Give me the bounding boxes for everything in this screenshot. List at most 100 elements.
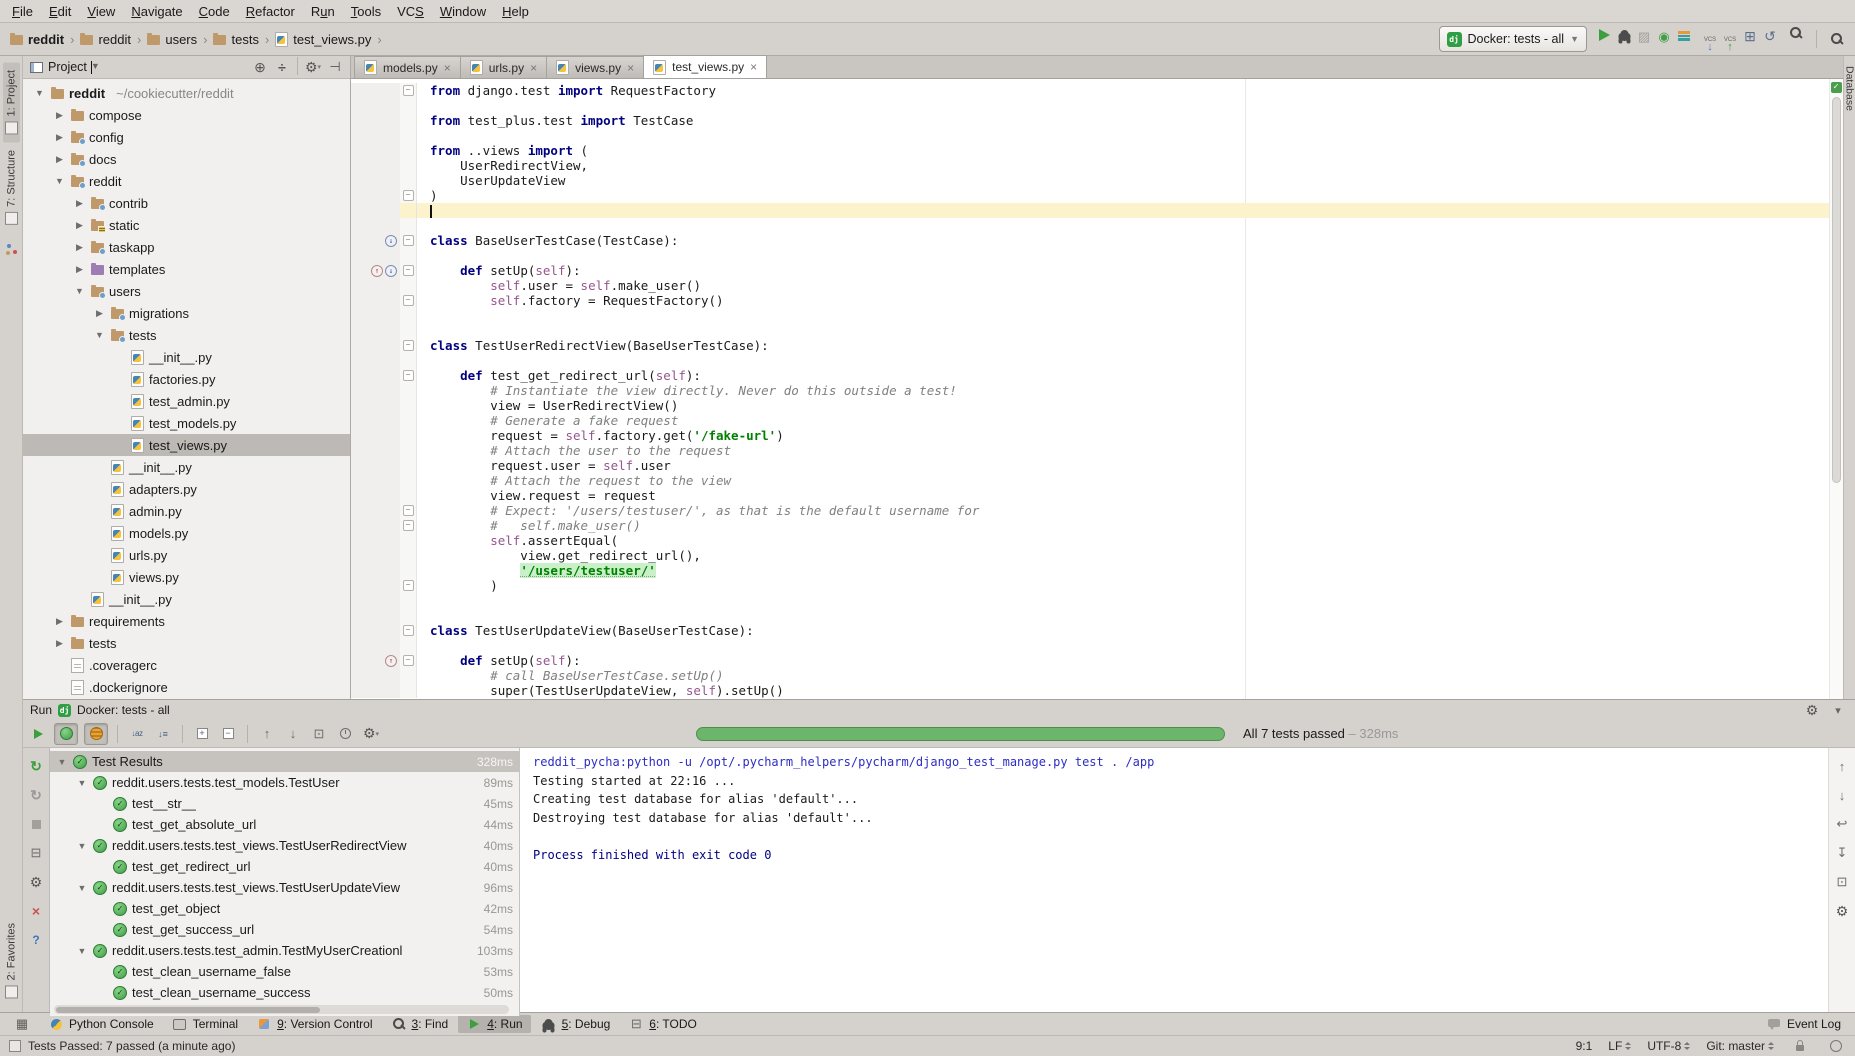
menu-code[interactable]: Code bbox=[191, 2, 238, 21]
tab-test_views.py[interactable]: test_views.py× bbox=[643, 55, 767, 78]
search-everywhere-button[interactable] bbox=[1827, 29, 1847, 49]
hierarchy-icon[interactable] bbox=[5, 243, 17, 255]
code-line-6[interactable]: UserRedirectView, bbox=[351, 158, 1843, 173]
fold-marker-icon[interactable]: − bbox=[403, 370, 414, 381]
code-line-38[interactable] bbox=[351, 638, 1843, 653]
code-line-13[interactable]: ↑↓− def setUp(self): bbox=[351, 263, 1843, 278]
scroll-down-button[interactable] bbox=[1832, 785, 1852, 805]
status-widget-9-1[interactable]: 9:1 bbox=[1576, 1039, 1593, 1053]
fold-marker-icon[interactable]: − bbox=[403, 265, 414, 276]
test-history-button[interactable] bbox=[335, 724, 355, 744]
pin-tab-button[interactable] bbox=[26, 872, 46, 892]
chevron-collapsed-icon[interactable]: ▶ bbox=[53, 132, 66, 143]
collapse-all-button[interactable] bbox=[272, 57, 292, 77]
breadcrumb-tests[interactable]: tests bbox=[211, 32, 260, 47]
project-tree-item-taskapp[interactable]: ▶taskapp bbox=[23, 236, 350, 258]
fold-marker-icon[interactable]: − bbox=[403, 625, 414, 636]
chevron-collapsed-icon[interactable]: ▶ bbox=[73, 264, 86, 275]
code-line-8[interactable]: −) bbox=[351, 188, 1843, 203]
print-button[interactable] bbox=[1832, 872, 1852, 892]
version-control-button[interactable]: 9: Version Control bbox=[248, 1015, 380, 1033]
test-tree-item[interactable]: test_get_success_url54ms bbox=[50, 919, 519, 940]
menu-refactor[interactable]: Refactor bbox=[238, 2, 303, 21]
chevron-down-icon[interactable]: ▼ bbox=[91, 61, 93, 74]
status-widget-lf[interactable]: LF bbox=[1608, 1039, 1631, 1053]
breadcrumb-users[interactable]: users bbox=[145, 32, 199, 47]
code-line-29[interactable]: − # Expect: '/users/testuser/', as that … bbox=[351, 503, 1843, 518]
project-tree-item-__init__.py[interactable]: __init__.py bbox=[23, 346, 350, 368]
debug-button[interactable] bbox=[1614, 26, 1634, 46]
project-tree-item-tests[interactable]: ▼tests bbox=[23, 324, 350, 346]
chevron-expanded-icon[interactable]: ▼ bbox=[76, 883, 88, 893]
menu-view[interactable]: View bbox=[79, 2, 123, 21]
search-everywhere-button[interactable] bbox=[1786, 23, 1806, 43]
run-configuration-select[interactable]: Docker: tests - all ▼ bbox=[1439, 26, 1587, 52]
code-line-21[interactable]: # Instantiate the view directly. Never d… bbox=[351, 383, 1843, 398]
scroll-to-end-button[interactable] bbox=[1832, 843, 1852, 863]
project-tree-item-adapters.py[interactable]: adapters.py bbox=[23, 478, 350, 500]
menu-window[interactable]: Window bbox=[432, 2, 494, 21]
test-settings-button[interactable] bbox=[361, 724, 381, 744]
chevron-collapsed-icon[interactable]: ▶ bbox=[73, 198, 86, 209]
code-line-4[interactable] bbox=[351, 128, 1843, 143]
test-tree-item[interactable]: test_clean_username_false53ms bbox=[50, 961, 519, 982]
chevron-collapsed-icon[interactable]: ▶ bbox=[53, 638, 66, 649]
hector-button[interactable] bbox=[1826, 1036, 1846, 1056]
vcs-commit-button[interactable] bbox=[1720, 35, 1740, 55]
override-down-icon[interactable]: ↓ bbox=[385, 235, 397, 247]
show-passed-toggle[interactable] bbox=[54, 723, 78, 745]
test-tree-item[interactable]: ▼reddit.users.tests.test_views.TestUserR… bbox=[50, 835, 519, 856]
fold-marker-icon[interactable]: − bbox=[403, 340, 414, 351]
project-tree-item-docs[interactable]: ▶docs bbox=[23, 148, 350, 170]
override-up-icon[interactable]: ↑ bbox=[371, 265, 383, 277]
chevron-expanded-icon[interactable]: ▼ bbox=[33, 88, 46, 98]
project-tree-item-test_models.py[interactable]: test_models.py bbox=[23, 412, 350, 434]
next-failed-test-button[interactable] bbox=[283, 724, 303, 744]
database-tool-button[interactable]: Database bbox=[1844, 66, 1855, 111]
code-line-16[interactable] bbox=[351, 308, 1843, 323]
show-ignored-toggle[interactable] bbox=[84, 723, 108, 745]
code-line-26[interactable]: request.user = self.user bbox=[351, 458, 1843, 473]
project-tree-item-compose[interactable]: ▶compose bbox=[23, 104, 350, 126]
stripe-tab-structure[interactable]: 7: Structure bbox=[3, 142, 20, 233]
close-icon[interactable]: × bbox=[627, 63, 634, 73]
vcs-update-button[interactable] bbox=[1700, 35, 1720, 55]
run-with-coverage-button[interactable] bbox=[1674, 26, 1694, 46]
code-line-2[interactable] bbox=[351, 98, 1843, 113]
breadcrumb-reddit[interactable]: reddit bbox=[78, 32, 133, 47]
code-line-18[interactable]: −class TestUserRedirectView(BaseUserTest… bbox=[351, 338, 1843, 353]
project-tree-item-reddit[interactable]: ▼reddit~/cookiecutter/reddit bbox=[23, 82, 350, 104]
project-tree-item-factories.py[interactable]: factories.py bbox=[23, 368, 350, 390]
chevron-collapsed-icon[interactable]: ▶ bbox=[73, 242, 86, 253]
chevron-collapsed-icon[interactable]: ▶ bbox=[53, 110, 66, 121]
fold-marker-icon[interactable]: − bbox=[403, 235, 414, 246]
project-tree-item-.coveragerc[interactable]: .coveragerc bbox=[23, 654, 350, 676]
menu-tools[interactable]: Tools bbox=[343, 2, 389, 21]
project-tree-item-views.py[interactable]: views.py bbox=[23, 566, 350, 588]
code-line-40[interactable]: # call BaseUserTestCase.setUp() bbox=[351, 668, 1843, 683]
status-widget-git-master[interactable]: Git: master bbox=[1706, 1039, 1774, 1053]
close-icon[interactable]: × bbox=[444, 63, 451, 73]
rerun-tests-button[interactable] bbox=[28, 724, 48, 744]
run-button[interactable]: 4: Run bbox=[458, 1015, 530, 1033]
code-line-17[interactable] bbox=[351, 323, 1843, 338]
project-tree-item-__init__.py[interactable]: __init__.py bbox=[23, 588, 350, 610]
python-console-button[interactable]: Python Console bbox=[40, 1015, 162, 1033]
coverage-button[interactable] bbox=[1634, 27, 1654, 47]
code-line-7[interactable]: UserUpdateView bbox=[351, 173, 1843, 188]
project-tree-item-users[interactable]: ▼users bbox=[23, 280, 350, 302]
code-line-35[interactable] bbox=[351, 593, 1843, 608]
code-line-34[interactable]: − ) bbox=[351, 578, 1843, 593]
code-line-12[interactable] bbox=[351, 248, 1843, 263]
sort-by-duration-button[interactable] bbox=[153, 724, 173, 744]
code-line-41[interactable]: super(TestUserUpdateView, self).setUp() bbox=[351, 683, 1843, 698]
previous-failed-test-button[interactable] bbox=[257, 724, 277, 744]
code-line-32[interactable]: view.get_redirect_url(), bbox=[351, 548, 1843, 563]
code-line-22[interactable]: view = UserRedirectView() bbox=[351, 398, 1843, 413]
hide-panel-button[interactable] bbox=[325, 57, 345, 77]
chevron-expanded-icon[interactable]: ▼ bbox=[93, 330, 106, 340]
code-area[interactable]: −from django.test import RequestFactoryf… bbox=[351, 79, 1843, 698]
stripe-tab-favorites[interactable]: 2: Favorites bbox=[3, 915, 20, 1006]
menu-help[interactable]: Help bbox=[494, 2, 537, 21]
test-tree-item[interactable]: test_get_object42ms bbox=[50, 898, 519, 919]
